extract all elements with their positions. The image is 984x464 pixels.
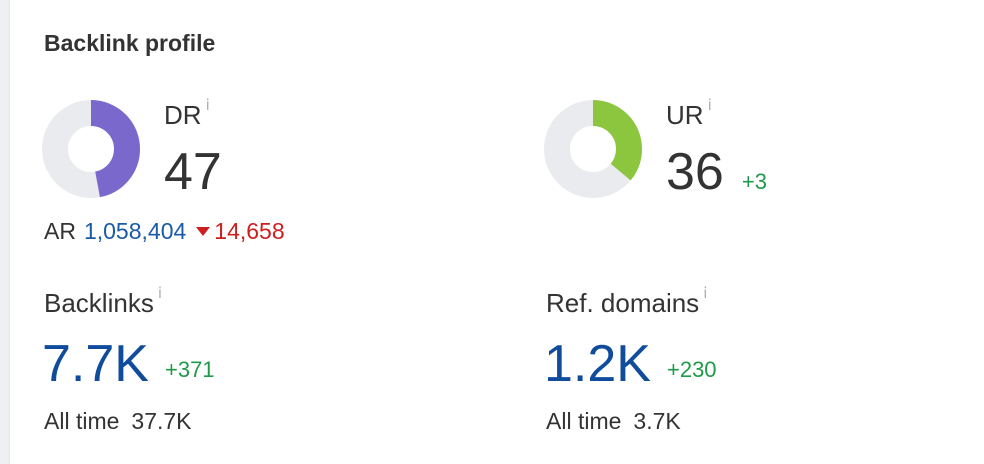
backlinks-label: Backlinks [44,288,154,318]
ur-info-icon[interactable]: i [708,96,712,114]
backlinks-info-icon[interactable]: i [158,284,162,302]
dr-label-group: DR i [164,96,210,131]
ar-label: AR [44,218,76,244]
ref-domains-all-time-label: All time [546,408,622,434]
ref-domains-label-group: Ref. domains i [546,284,707,319]
backlinks-label-group: Backlinks i [44,284,162,319]
dr-label: DR [164,100,202,130]
ur-value-group: 36 +3 [666,142,767,202]
backlinks-all-time: All time 37.7K [44,408,192,435]
ur-donut-chart [544,100,642,198]
down-triangle-icon [196,227,211,236]
ref-domains-info-icon[interactable]: i [703,284,707,302]
ref-domains-all-time-value: 3.7K [633,408,681,434]
ar-value-link[interactable]: 1,058,404 [84,218,186,244]
ar-delta-value: 14,658 [214,218,285,244]
backlinks-value-link[interactable]: 7.7K [42,335,149,393]
dr-donut-chart [42,100,140,198]
backlinks-delta: +371 [164,357,215,382]
ur-delta: +3 [741,169,767,194]
ref-domains-all-time: All time 3.7K [546,408,681,435]
backlinks-all-time-label: All time [44,408,120,434]
backlink-profile-card: Backlink profile DR i 47 AR 1,058,404 14,65… [0,0,984,464]
ref-domains-delta: +230 [666,357,717,382]
ur-label-group: UR i [666,96,712,131]
ur-value: 36 [666,143,724,201]
card-title: Backlink profile [44,30,216,56]
left-rail-divider [0,0,10,464]
ref-domains-value-link[interactable]: 1.2K [544,335,651,393]
ur-label: UR [666,100,704,130]
ar-row: AR 1,058,404 14,658 [44,218,285,245]
dr-info-icon[interactable]: i [206,96,210,114]
backlinks-all-time-value: 37.7K [131,408,192,434]
dr-value: 47 [164,143,222,201]
ar-delta: 14,658 [196,218,285,244]
backlinks-value-group: 7.7K +371 [42,334,215,394]
ref-domains-label: Ref. domains [546,288,700,318]
ref-domains-value-group: 1.2K +230 [544,334,717,394]
